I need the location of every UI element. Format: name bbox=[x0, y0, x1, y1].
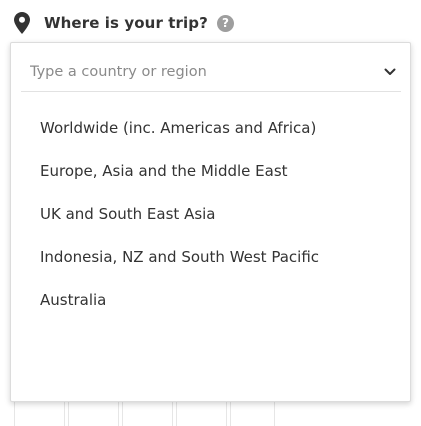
region-dropdown: Worldwide (inc. Americas and Africa) Eur… bbox=[10, 42, 411, 402]
region-option-europe-asia-middle-east[interactable]: Europe, Asia and the Middle East bbox=[40, 156, 319, 199]
region-search-row bbox=[21, 53, 401, 92]
trip-question-header: Where is your trip? ? bbox=[14, 10, 234, 36]
map-pin-icon bbox=[14, 12, 30, 34]
trip-question-title: Where is your trip? bbox=[44, 14, 208, 32]
region-option-worldwide[interactable]: Worldwide (inc. Americas and Africa) bbox=[40, 113, 319, 156]
region-option-uk-south-east-asia[interactable]: UK and South East Asia bbox=[40, 199, 319, 242]
help-icon[interactable]: ? bbox=[216, 14, 234, 32]
trip-destination-page: Where is your trip? ? Worldwide (inc. Am… bbox=[0, 0, 421, 426]
region-option-australia[interactable]: Australia bbox=[40, 285, 319, 328]
region-option-indonesia-nz-pacific[interactable]: Indonesia, NZ and South West Pacific bbox=[40, 242, 319, 285]
region-search-input[interactable] bbox=[30, 61, 360, 83]
region-options-list: Worldwide (inc. Americas and Africa) Eur… bbox=[40, 113, 319, 328]
chevron-down-icon[interactable] bbox=[383, 64, 397, 78]
